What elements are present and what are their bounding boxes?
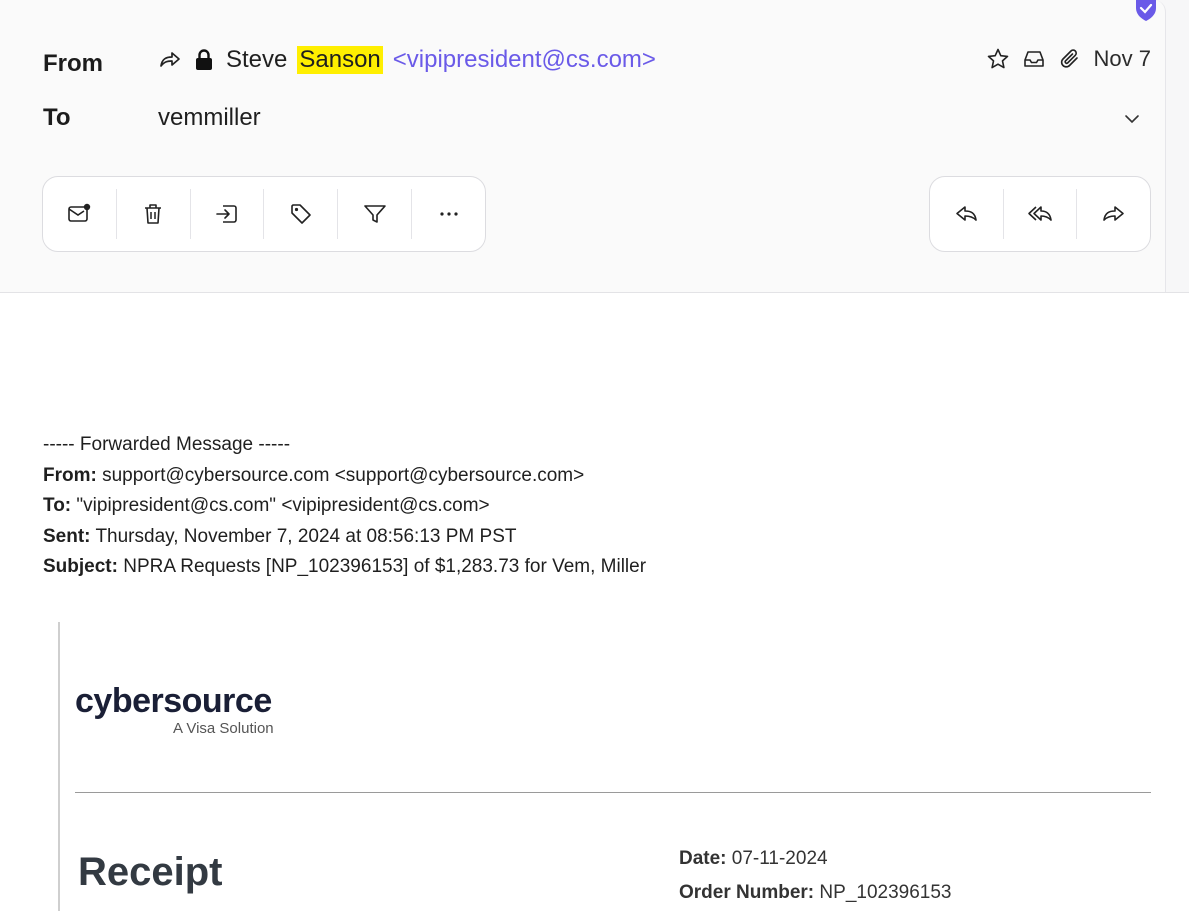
forwarded-from: From: support@cybersource.com <support@c… <box>43 464 585 486</box>
trash-icon <box>145 204 162 224</box>
archive-inbox-icon[interactable] <box>1022 47 1046 71</box>
reply-all-button[interactable] <box>1004 189 1078 239</box>
from-label: From <box>43 50 103 77</box>
receipt-date: Date: 07-11-2024 <box>679 848 828 869</box>
content-divider <box>75 792 1151 793</box>
star-icon[interactable] <box>986 47 1010 71</box>
mark-unread-button[interactable] <box>43 189 117 239</box>
sender-last-name[interactable]: Sanson <box>297 46 383 74</box>
to-label: To <box>43 104 71 131</box>
message-date: Nov 7 <box>1093 46 1151 71</box>
receipt-title: Receipt <box>78 850 223 894</box>
reply-button[interactable] <box>930 189 1004 239</box>
filter-button[interactable] <box>338 189 413 239</box>
label-button[interactable] <box>264 189 339 239</box>
forwarded-to: To: "vipipresident@cs.com" <vipipresiden… <box>43 495 490 517</box>
reply-toolbar <box>929 176 1151 252</box>
message-body <box>0 293 1189 911</box>
sender-line: Steve Sanson <vipipresident@cs.com> <box>158 46 656 74</box>
ellipsis-icon <box>439 212 458 216</box>
paperclip-icon[interactable] <box>1058 47 1082 71</box>
delete-button[interactable] <box>117 189 191 239</box>
quote-bar <box>58 622 60 911</box>
recipient[interactable]: vemmiller <box>158 104 261 132</box>
forward-icon <box>1102 206 1124 221</box>
cybersource-logo: cybersource A Visa Solution <box>75 682 274 737</box>
reply-all-icon <box>1028 206 1052 221</box>
message-meta: Nov 7 <box>986 46 1151 72</box>
move-button[interactable] <box>191 189 265 239</box>
brand-name: cybersource <box>75 682 272 720</box>
shield-check-icon <box>1136 0 1156 21</box>
brand-tagline: A Visa Solution <box>173 720 274 737</box>
filter-icon <box>363 205 386 223</box>
reply-icon <box>956 206 978 221</box>
move-to-folder-icon <box>216 205 237 223</box>
forwarded-icon <box>160 52 180 67</box>
sender-first-name[interactable]: Steve <box>226 46 287 74</box>
chevron-down-icon[interactable] <box>1121 108 1143 130</box>
receipt-meta: Date: 07-11-2024 Order Number: NP_102396… <box>679 842 952 910</box>
forwarded-sent: Sent: Thursday, November 7, 2024 at 08:5… <box>43 525 517 547</box>
forwarded-divider: ----- Forwarded Message ----- <box>43 434 291 455</box>
lock-icon <box>196 49 212 70</box>
forwarded-header: ----- Forwarded Message ----- From: supp… <box>43 430 646 583</box>
sender-email[interactable]: <vipipresident@cs.com> <box>393 46 656 74</box>
mail-unread-icon <box>68 203 91 222</box>
receipt-order-number: Order Number: NP_102396153 <box>679 882 952 903</box>
forwarded-subject: Subject: NPRA Requests [NP_102396153] of… <box>43 556 647 578</box>
more-button[interactable] <box>412 189 485 239</box>
tag-icon <box>291 204 311 224</box>
forward-button[interactable] <box>1077 189 1150 239</box>
message-toolbar <box>42 176 486 252</box>
